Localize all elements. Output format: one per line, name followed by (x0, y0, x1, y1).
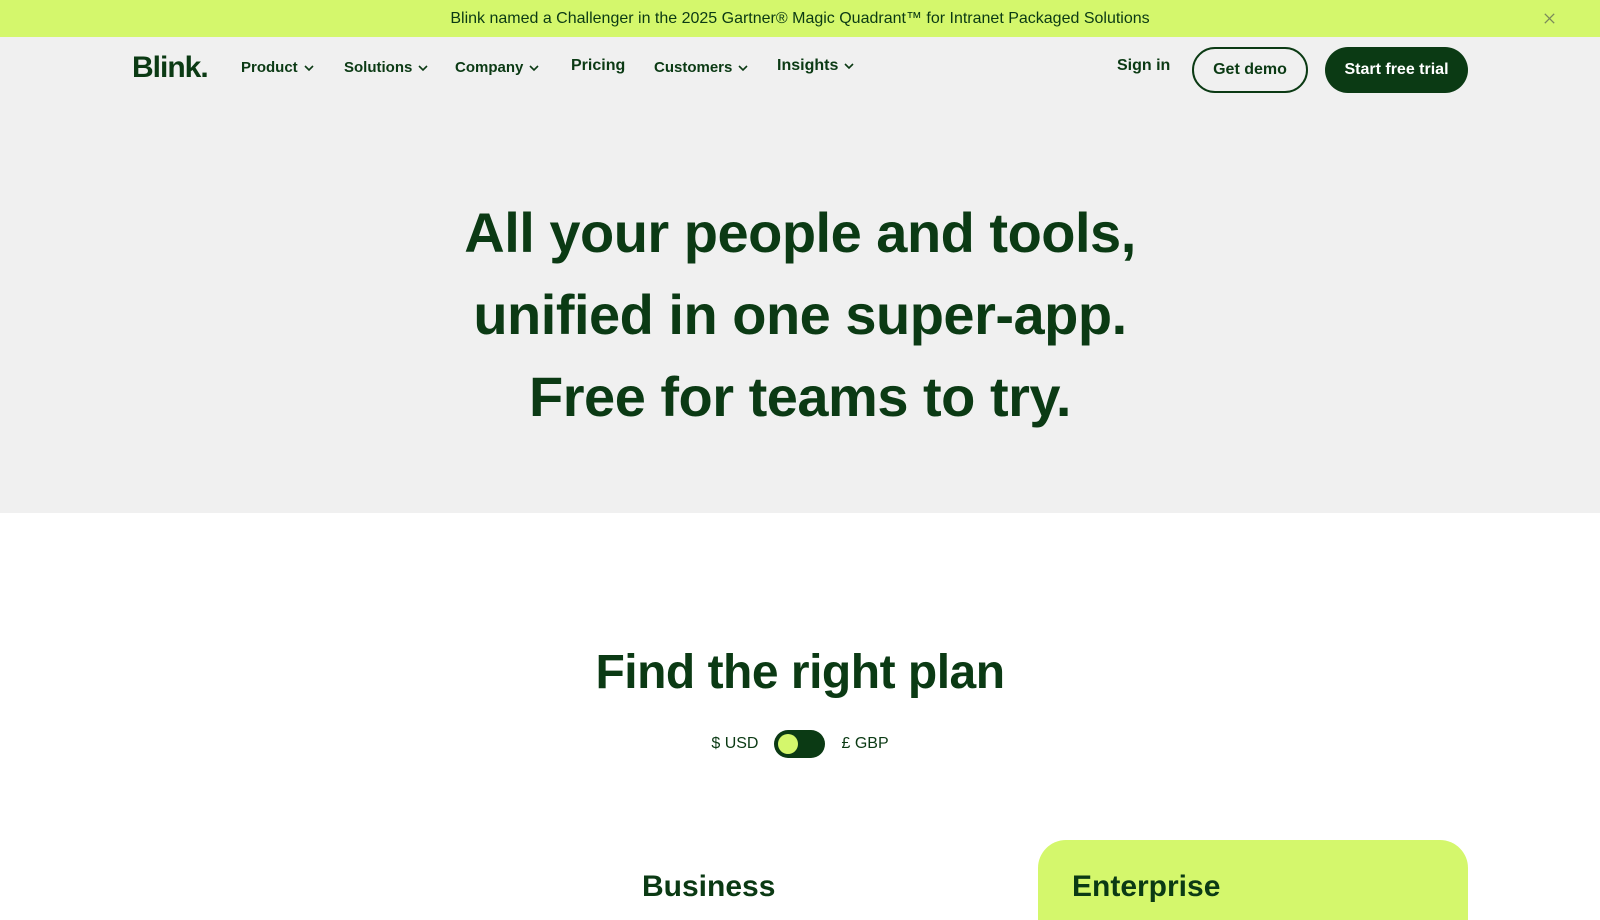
chevron-down-icon (844, 63, 854, 70)
logo[interactable]: Blink. (132, 53, 209, 83)
nav-item-label: Pricing (571, 57, 626, 74)
nav-item-solutions[interactable]: Solutions (344, 59, 429, 76)
plan-business-title: Business (642, 870, 776, 903)
chevron-down-icon (738, 64, 748, 71)
currency-gbp-label[interactable]: £ GBP (841, 735, 888, 753)
announcement-banner: Blink named a Challenger in the 2025 Gar… (0, 0, 1600, 37)
chevron-down-icon (529, 64, 539, 71)
nav-item-customers[interactable]: Customers (654, 59, 749, 76)
nav-item-label: Solutions (344, 59, 413, 76)
chevron-down-icon (418, 64, 428, 71)
close-icon[interactable] (1542, 11, 1557, 26)
nav-item-pricing[interactable]: Pricing (571, 57, 625, 75)
nav-item-company[interactable]: Company (455, 59, 540, 76)
currency-switch: $ USD £ GBP (0, 730, 1600, 758)
hero-line-2: unified in one super-app. (473, 283, 1127, 346)
chevron-down-icon (304, 64, 314, 71)
nav-item-label: Customers (654, 59, 733, 76)
hero-section: Blink. Product Solutions Company Pricing… (0, 37, 1600, 513)
hero-headline: All your people and tools, unified in on… (0, 192, 1600, 438)
currency-usd-label[interactable]: $ USD (711, 735, 758, 753)
toggle-knob (778, 734, 799, 754)
nav-item-label: Company (455, 59, 524, 76)
nav-item-insights[interactable]: Insights (777, 57, 855, 75)
hero-line-3: Free for teams to try. (529, 365, 1071, 428)
nav-item-product[interactable]: Product (241, 59, 315, 76)
sign-in-link[interactable]: Sign in (1117, 57, 1170, 75)
start-free-trial-button[interactable]: Start free trial (1325, 47, 1468, 93)
nav-item-label: Product (241, 59, 298, 76)
hero-line-1: All your people and tools, (464, 201, 1136, 264)
top-nav: Blink. Product Solutions Company Pricing… (132, 47, 1468, 95)
plan-enterprise-card: Enterprise (1038, 840, 1468, 920)
plan-enterprise-title: Enterprise (1072, 870, 1221, 903)
currency-toggle[interactable] (774, 730, 826, 758)
get-demo-button[interactable]: Get demo (1192, 47, 1308, 93)
nav-item-label: Insights (777, 57, 839, 74)
banner-text[interactable]: Blink named a Challenger in the 2025 Gar… (450, 10, 1149, 28)
plans-title: Find the right plan (595, 646, 1005, 699)
